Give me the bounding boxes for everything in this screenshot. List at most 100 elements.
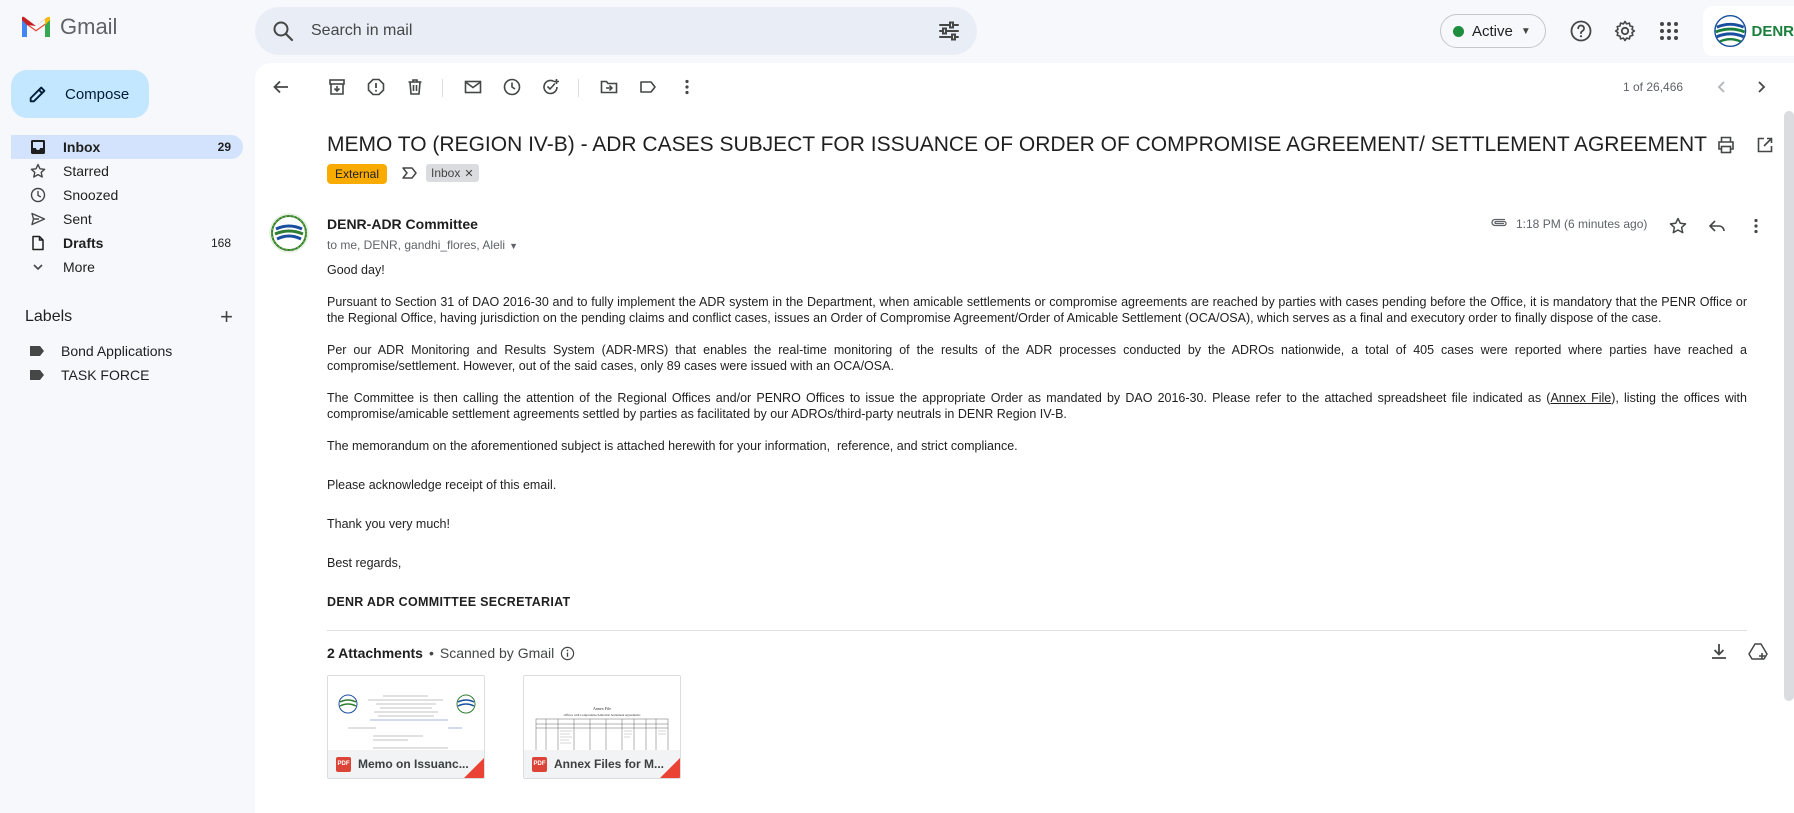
- denr-logo-icon: [1714, 14, 1747, 48]
- email-body: Good day! Pursuant to Section 31 of DAO …: [327, 262, 1747, 610]
- delete-icon[interactable]: [405, 77, 425, 97]
- body-paragraph: Pursuant to Section 31 of DAO 2016-30 an…: [327, 295, 1747, 325]
- mark-unread-icon[interactable]: [463, 77, 483, 97]
- sidebar-item-snoozed[interactable]: Snoozed: [11, 183, 243, 207]
- attachment-footer: PDF Annex Files for M...: [524, 750, 680, 778]
- sender-name[interactable]: DENR-ADR Committee: [327, 216, 478, 232]
- pagination-text: 1 of 26,466: [1623, 80, 1684, 94]
- body-paragraph: Please acknowledge receipt of this email…: [327, 478, 557, 492]
- sidebar-item-label: Starred: [63, 163, 109, 179]
- archive-icon[interactable]: [327, 77, 347, 97]
- sidebar-item-label: Drafts: [63, 235, 104, 251]
- sidebar-item-label: Inbox: [63, 139, 101, 155]
- search-input[interactable]: [311, 17, 871, 45]
- star-icon[interactable]: [1668, 216, 1688, 236]
- add-label-icon[interactable]: +: [220, 306, 233, 328]
- annex-file-link[interactable]: Annex File: [1550, 391, 1611, 405]
- star-icon: [29, 162, 47, 180]
- attachment-preview: Annex File Offices with Compromise/Amica…: [524, 676, 680, 752]
- inbox-label-text: Inbox: [431, 166, 461, 180]
- body-paragraph: Best regards,: [327, 556, 402, 570]
- older-chevron-icon[interactable]: [1751, 77, 1771, 97]
- scrollbar[interactable]: [1784, 111, 1794, 701]
- search-icon[interactable]: [271, 19, 295, 43]
- back-arrow-icon[interactable]: [271, 77, 291, 97]
- open-in-new-window-icon[interactable]: [1755, 135, 1775, 155]
- email-timestamp: 1:18 PM (6 minutes ago): [1516, 217, 1648, 231]
- apps-grid-icon[interactable]: [1657, 19, 1681, 43]
- gmail-logo[interactable]: Gmail: [20, 14, 117, 40]
- pdf-corner-icon: [660, 758, 680, 778]
- attachment-card-memo[interactable]: PDF Memo on Issuanc...: [327, 675, 485, 779]
- sidebar-item-inbox[interactable]: Inbox 29: [11, 135, 243, 159]
- email-subject: MEMO TO (REGION IV-B) - ADR CASES SUBJEC…: [327, 133, 1707, 156]
- print-icon[interactable]: [1716, 135, 1736, 155]
- label-name: TASK FORCE: [61, 367, 150, 383]
- help-icon[interactable]: [1569, 19, 1593, 43]
- body-paragraph: Per our ADR Monitoring and Results Syste…: [327, 343, 1747, 373]
- settings-gear-icon[interactable]: [1613, 19, 1637, 43]
- draft-icon: [29, 234, 47, 252]
- sidebar-item-starred[interactable]: Starred: [11, 159, 243, 183]
- email-signature: DENR ADR COMMITTEE SECRETARIAT: [327, 595, 571, 609]
- label-item-bond-applications[interactable]: Bond Applications: [29, 341, 172, 361]
- sidebar-item-more[interactable]: More: [11, 255, 243, 279]
- gmail-m-icon: [22, 16, 50, 37]
- label-tag-icon: [30, 346, 44, 356]
- move-to-icon[interactable]: [599, 77, 619, 97]
- compose-label: Compose: [65, 85, 130, 103]
- account-badge-label: DENR: [1751, 22, 1794, 40]
- label-name: Bond Applications: [61, 343, 173, 359]
- more-vert-icon[interactable]: [677, 77, 697, 97]
- separator-dot: •: [428, 645, 434, 661]
- add-to-drive-icon[interactable]: [1747, 641, 1769, 663]
- pencil-icon: [29, 86, 46, 103]
- snooze-icon[interactable]: [502, 77, 522, 97]
- importance-marker-icon[interactable]: [401, 164, 419, 182]
- download-all-icon[interactable]: [1708, 641, 1730, 663]
- body-paragraph: The Committee is then calling the attent…: [327, 390, 1747, 422]
- label-tag-icon: [30, 370, 44, 380]
- status-dropdown[interactable]: Active ▼: [1440, 14, 1546, 48]
- toolbar-divider: [442, 79, 443, 97]
- attachment-card-annex[interactable]: Annex File Offices with Compromise/Amica…: [523, 675, 681, 779]
- attachment-footer: PDF Memo on Issuanc...: [328, 750, 484, 778]
- search-options-icon[interactable]: [937, 19, 961, 43]
- attachment-filename: Memo on Issuanc...: [358, 757, 469, 771]
- info-icon[interactable]: [560, 646, 575, 661]
- newer-chevron-icon[interactable]: [1712, 77, 1732, 97]
- status-label: Active: [1472, 22, 1513, 40]
- account-badge[interactable]: DENR: [1703, 6, 1794, 56]
- report-spam-icon[interactable]: [366, 77, 386, 97]
- label-item-task-force[interactable]: TASK FORCE: [29, 365, 149, 385]
- recipients-line[interactable]: to me, DENR, gandhi_flores, Aleli ▼: [327, 238, 518, 252]
- chevron-down-icon: [29, 258, 47, 276]
- annex-preview-title: Annex File: [593, 706, 611, 711]
- labels-title: Labels: [25, 308, 73, 325]
- details-caret-icon[interactable]: ▼: [509, 241, 518, 251]
- attachments-count: 2 Attachments: [327, 645, 423, 661]
- pdf-icon: PDF: [532, 756, 547, 772]
- sender-avatar[interactable]: [269, 213, 309, 253]
- reply-icon[interactable]: [1707, 216, 1727, 236]
- toolbar-divider: [578, 79, 579, 97]
- scanned-by-gmail: Scanned by Gmail: [439, 645, 555, 661]
- send-icon: [29, 210, 47, 228]
- pdf-icon: PDF: [336, 756, 351, 772]
- attachments-divider: [327, 630, 1747, 631]
- attachment-filename: Annex Files for M...: [554, 757, 665, 771]
- attachments-header: 2 Attachments • Scanned by Gmail: [327, 645, 575, 661]
- body-greeting: Good day!: [327, 263, 385, 277]
- label-icon[interactable]: [638, 77, 658, 97]
- drafts-count: 168: [210, 236, 231, 250]
- sidebar-item-label: Sent: [63, 211, 92, 227]
- search-bar[interactable]: [255, 7, 977, 55]
- sidebar-item-drafts[interactable]: Drafts 168: [11, 231, 243, 255]
- add-task-icon[interactable]: [541, 77, 561, 97]
- pdf-corner-icon: [464, 758, 484, 778]
- more-vert-icon[interactable]: [1746, 216, 1766, 236]
- remove-label-icon[interactable]: ✕: [464, 167, 473, 180]
- compose-button[interactable]: Compose: [11, 70, 149, 118]
- sidebar-item-sent[interactable]: Sent: [11, 207, 243, 231]
- status-dot: [1453, 25, 1464, 37]
